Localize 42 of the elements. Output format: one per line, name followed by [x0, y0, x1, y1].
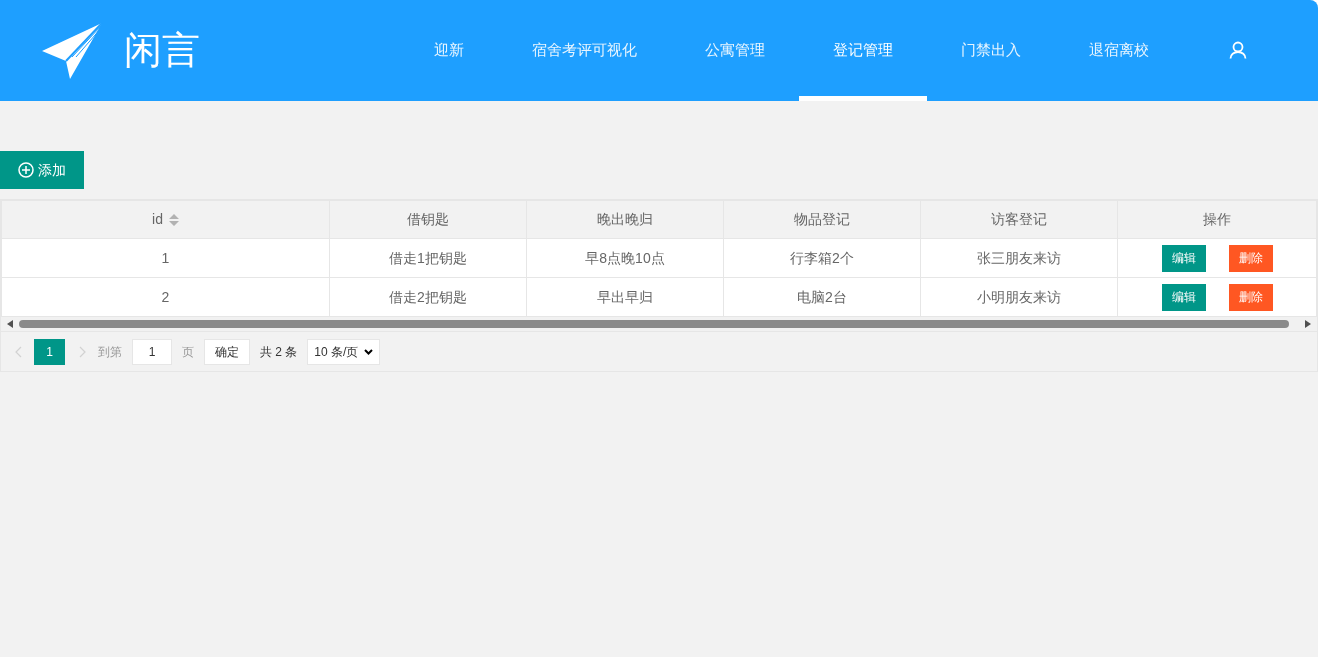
delete-button[interactable]: 删除 [1228, 244, 1273, 272]
page-button[interactable]: 1 [34, 338, 65, 365]
edit-button[interactable]: 编辑 [1161, 244, 1206, 272]
column-header: 晚出晚归 [526, 200, 724, 239]
column-header: 访客登记 [920, 200, 1118, 239]
chevron-down-icon [364, 348, 374, 355]
page-unit-label: 页 [182, 343, 194, 361]
page-number-field[interactable]: 1 [132, 338, 172, 365]
confirm-button[interactable]: 确定 [204, 338, 250, 365]
column-header: 物品登记 [723, 200, 921, 239]
edit-button[interactable]: 编辑 [1161, 283, 1206, 311]
scroll-right-icon[interactable] [1305, 320, 1311, 328]
nav-tab[interactable]: 公寓管理 [671, 0, 799, 101]
logo-text: 闲言 [124, 28, 200, 73]
nav-tab[interactable]: 迎新 [400, 0, 498, 101]
table-cell: 电脑2台 [723, 277, 921, 317]
plus-circle-icon [18, 162, 34, 178]
nav-tab[interactable]: 退宿离校 [1055, 0, 1183, 101]
column-header: 借钥匙 [329, 200, 527, 239]
delete-button[interactable]: 删除 [1228, 283, 1273, 311]
scroll-left-icon[interactable] [7, 320, 13, 328]
table-cell: 张三朋友来访 [920, 238, 1118, 278]
total-count: 共 2 条 [260, 343, 298, 361]
nav-tab[interactable]: 登记管理 [799, 0, 927, 101]
column-header: 操作 [1117, 200, 1317, 239]
add-button[interactable]: 添加 [0, 151, 84, 189]
goto-label: 到第 [98, 343, 122, 361]
page-size-select[interactable]: 10 条/页 [307, 338, 381, 365]
table-cell: 早出早归 [526, 277, 724, 317]
table-cell: 1 [1, 238, 330, 278]
table-cell: 小明朋友来访 [920, 277, 1118, 317]
nav-tab[interactable]: 门禁出入 [927, 0, 1055, 101]
table-cell: 借走2把钥匙 [329, 277, 527, 317]
user-icon[interactable] [1229, 41, 1247, 59]
column-header: id [152, 210, 163, 229]
paper-plane-logo-icon [42, 22, 104, 79]
nav-tab[interactable]: 宿舍考评可视化 [498, 0, 671, 101]
table-cell: 早8点晚10点 [526, 238, 724, 278]
table-cell: 行李箱2个 [723, 238, 921, 278]
table-cell: 借走1把钥匙 [329, 238, 527, 278]
table-cell: 2 [1, 277, 330, 317]
sort-icon[interactable] [168, 212, 179, 227]
